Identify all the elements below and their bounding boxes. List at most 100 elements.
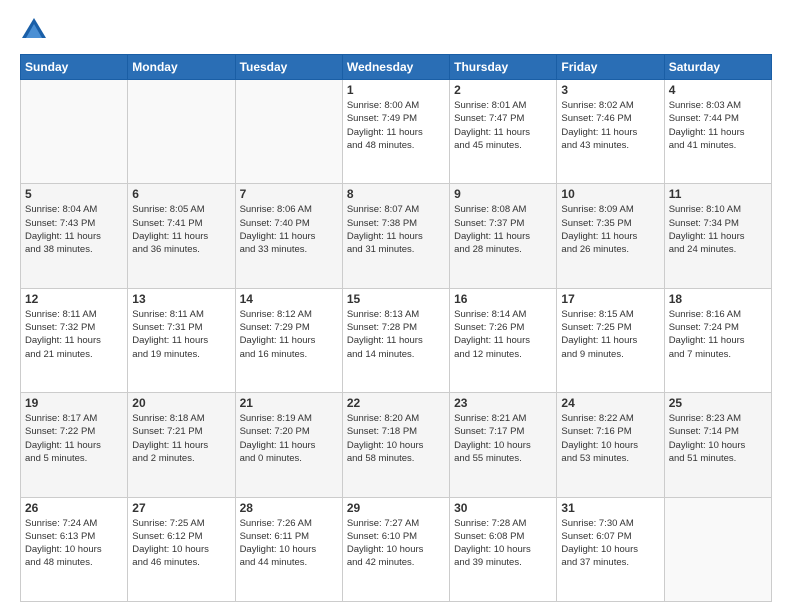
calendar-header-row: SundayMondayTuesdayWednesdayThursdayFrid…: [21, 55, 772, 80]
day-number: 30: [454, 501, 552, 515]
calendar-cell: 2 Sunrise: 8:01 AM Sunset: 7:47 PM Daylig…: [450, 80, 557, 184]
day-info: Sunrise: 8:13 AM Sunset: 7:28 PM Dayligh…: [347, 308, 445, 361]
calendar-cell: 14 Sunrise: 8:12 AM Sunset: 7:29 PM Dayli…: [235, 288, 342, 392]
calendar-cell: [128, 80, 235, 184]
day-info: Sunrise: 8:11 AM Sunset: 7:32 PM Dayligh…: [25, 308, 123, 361]
day-info: Sunrise: 8:17 AM Sunset: 7:22 PM Dayligh…: [25, 412, 123, 465]
calendar-cell: 20 Sunrise: 8:18 AM Sunset: 7:21 PM Dayli…: [128, 393, 235, 497]
day-info: Sunrise: 8:06 AM Sunset: 7:40 PM Dayligh…: [240, 203, 338, 256]
day-info: Sunrise: 7:30 AM Sunset: 6:07 PM Dayligh…: [561, 517, 659, 570]
calendar-cell: 15 Sunrise: 8:13 AM Sunset: 7:28 PM Dayli…: [342, 288, 449, 392]
day-info: Sunrise: 8:01 AM Sunset: 7:47 PM Dayligh…: [454, 99, 552, 152]
calendar-cell: 9 Sunrise: 8:08 AM Sunset: 7:37 PM Daylig…: [450, 184, 557, 288]
calendar-weekday-header: Wednesday: [342, 55, 449, 80]
day-info: Sunrise: 8:07 AM Sunset: 7:38 PM Dayligh…: [347, 203, 445, 256]
calendar-cell: 17 Sunrise: 8:15 AM Sunset: 7:25 PM Dayli…: [557, 288, 664, 392]
day-number: 7: [240, 187, 338, 201]
day-info: Sunrise: 8:08 AM Sunset: 7:37 PM Dayligh…: [454, 203, 552, 256]
day-number: 9: [454, 187, 552, 201]
calendar-cell: 6 Sunrise: 8:05 AM Sunset: 7:41 PM Daylig…: [128, 184, 235, 288]
calendar-cell: 31 Sunrise: 7:30 AM Sunset: 6:07 PM Dayli…: [557, 497, 664, 601]
day-info: Sunrise: 8:12 AM Sunset: 7:29 PM Dayligh…: [240, 308, 338, 361]
day-number: 31: [561, 501, 659, 515]
calendar-cell: 19 Sunrise: 8:17 AM Sunset: 7:22 PM Dayli…: [21, 393, 128, 497]
calendar-cell: 3Sunrise: 8:02 AM Sunset: 7:46 PM Daylig…: [557, 80, 664, 184]
day-info: Sunrise: 8:02 AM Sunset: 7:46 PM Dayligh…: [561, 99, 659, 152]
day-number: 25: [669, 396, 767, 410]
day-number: 10: [561, 187, 659, 201]
calendar-cell: 28Sunrise: 7:26 AM Sunset: 6:11 PM Dayli…: [235, 497, 342, 601]
day-info: Sunrise: 8:03 AM Sunset: 7:44 PM Dayligh…: [669, 99, 767, 152]
calendar-cell: 10 Sunrise: 8:09 AM Sunset: 7:35 PM Dayli…: [557, 184, 664, 288]
calendar-cell: 18Sunrise: 8:16 AM Sunset: 7:24 PM Dayli…: [664, 288, 771, 392]
day-info: Sunrise: 8:00 AM Sunset: 7:49 PM Dayligh…: [347, 99, 445, 152]
day-info: Sunrise: 7:26 AM Sunset: 6:11 PM Dayligh…: [240, 517, 338, 570]
calendar-cell: 27 Sunrise: 7:25 AM Sunset: 6:12 PM Dayli…: [128, 497, 235, 601]
day-info: Sunrise: 7:27 AM Sunset: 6:10 PM Dayligh…: [347, 517, 445, 570]
day-number: 29: [347, 501, 445, 515]
calendar-weekday-header: Monday: [128, 55, 235, 80]
calendar-cell: 8 Sunrise: 8:07 AM Sunset: 7:38 PM Daylig…: [342, 184, 449, 288]
day-info: Sunrise: 8:19 AM Sunset: 7:20 PM Dayligh…: [240, 412, 338, 465]
day-info: Sunrise: 8:10 AM Sunset: 7:34 PM Dayligh…: [669, 203, 767, 256]
day-info: Sunrise: 8:04 AM Sunset: 7:43 PM Dayligh…: [25, 203, 123, 256]
calendar-cell: 25 Sunrise: 8:23 AM Sunset: 7:14 PM Dayli…: [664, 393, 771, 497]
day-info: Sunrise: 8:05 AM Sunset: 7:41 PM Dayligh…: [132, 203, 230, 256]
day-info: Sunrise: 8:23 AM Sunset: 7:14 PM Dayligh…: [669, 412, 767, 465]
day-number: 19: [25, 396, 123, 410]
day-info: Sunrise: 8:11 AM Sunset: 7:31 PM Dayligh…: [132, 308, 230, 361]
calendar-cell: [21, 80, 128, 184]
calendar-cell: [235, 80, 342, 184]
day-number: 16: [454, 292, 552, 306]
calendar-week-row: 19 Sunrise: 8:17 AM Sunset: 7:22 PM Dayli…: [21, 393, 772, 497]
day-info: Sunrise: 8:09 AM Sunset: 7:35 PM Dayligh…: [561, 203, 659, 256]
page: SundayMondayTuesdayWednesdayThursdayFrid…: [0, 0, 792, 612]
calendar-cell: [664, 497, 771, 601]
calendar-cell: 4 Sunrise: 8:03 AM Sunset: 7:44 PM Daylig…: [664, 80, 771, 184]
day-number: 5: [25, 187, 123, 201]
day-info: Sunrise: 7:25 AM Sunset: 6:12 PM Dayligh…: [132, 517, 230, 570]
calendar-cell: 16 Sunrise: 8:14 AM Sunset: 7:26 PM Dayli…: [450, 288, 557, 392]
day-info: Sunrise: 8:22 AM Sunset: 7:16 PM Dayligh…: [561, 412, 659, 465]
calendar-week-row: 12 Sunrise: 8:11 AM Sunset: 7:32 PM Dayli…: [21, 288, 772, 392]
day-number: 20: [132, 396, 230, 410]
calendar-cell: 12 Sunrise: 8:11 AM Sunset: 7:32 PM Dayli…: [21, 288, 128, 392]
day-number: 14: [240, 292, 338, 306]
calendar-weekday-header: Saturday: [664, 55, 771, 80]
calendar-cell: 13 Sunrise: 8:11 AM Sunset: 7:31 PM Dayli…: [128, 288, 235, 392]
day-number: 1: [347, 83, 445, 97]
day-number: 24: [561, 396, 659, 410]
day-info: Sunrise: 8:21 AM Sunset: 7:17 PM Dayligh…: [454, 412, 552, 465]
day-number: 6: [132, 187, 230, 201]
calendar-cell: 23Sunrise: 8:21 AM Sunset: 7:17 PM Dayli…: [450, 393, 557, 497]
calendar-weekday-header: Tuesday: [235, 55, 342, 80]
day-number: 17: [561, 292, 659, 306]
calendar-cell: 30Sunrise: 7:28 AM Sunset: 6:08 PM Dayli…: [450, 497, 557, 601]
calendar-week-row: 1 Sunrise: 8:00 AM Sunset: 7:49 PM Daylig…: [21, 80, 772, 184]
day-number: 15: [347, 292, 445, 306]
header: [20, 16, 772, 44]
day-number: 2: [454, 83, 552, 97]
calendar-table: SundayMondayTuesdayWednesdayThursdayFrid…: [20, 54, 772, 602]
calendar-cell: 5 Sunrise: 8:04 AM Sunset: 7:43 PM Daylig…: [21, 184, 128, 288]
day-info: Sunrise: 8:18 AM Sunset: 7:21 PM Dayligh…: [132, 412, 230, 465]
calendar-cell: 22Sunrise: 8:20 AM Sunset: 7:18 PM Dayli…: [342, 393, 449, 497]
day-number: 4: [669, 83, 767, 97]
calendar-cell: 11 Sunrise: 8:10 AM Sunset: 7:34 PM Dayli…: [664, 184, 771, 288]
day-info: Sunrise: 8:14 AM Sunset: 7:26 PM Dayligh…: [454, 308, 552, 361]
day-info: Sunrise: 8:16 AM Sunset: 7:24 PM Dayligh…: [669, 308, 767, 361]
day-number: 11: [669, 187, 767, 201]
calendar-cell: 7 Sunrise: 8:06 AM Sunset: 7:40 PM Daylig…: [235, 184, 342, 288]
calendar-week-row: 26Sunrise: 7:24 AM Sunset: 6:13 PM Dayli…: [21, 497, 772, 601]
day-number: 13: [132, 292, 230, 306]
calendar-cell: 1 Sunrise: 8:00 AM Sunset: 7:49 PM Daylig…: [342, 80, 449, 184]
day-number: 12: [25, 292, 123, 306]
day-number: 8: [347, 187, 445, 201]
day-number: 27: [132, 501, 230, 515]
calendar-weekday-header: Thursday: [450, 55, 557, 80]
calendar-weekday-header: Sunday: [21, 55, 128, 80]
day-info: Sunrise: 8:15 AM Sunset: 7:25 PM Dayligh…: [561, 308, 659, 361]
calendar-cell: 26Sunrise: 7:24 AM Sunset: 6:13 PM Dayli…: [21, 497, 128, 601]
calendar-week-row: 5 Sunrise: 8:04 AM Sunset: 7:43 PM Daylig…: [21, 184, 772, 288]
logo: [20, 16, 52, 44]
